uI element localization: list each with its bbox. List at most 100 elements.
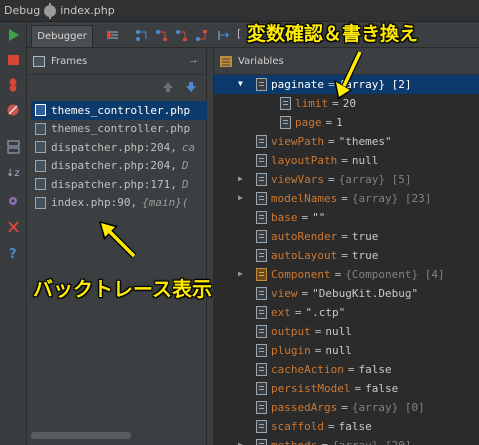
variable-row[interactable]: page = 1	[214, 113, 479, 132]
close-icon[interactable]	[6, 220, 21, 234]
frame-label: dispatcher.php:204,	[51, 140, 177, 154]
variable-name: output	[271, 325, 311, 338]
frame-label: themes_controller.php	[51, 122, 191, 136]
variables-icon	[220, 56, 232, 67]
expand-icon[interactable]: ▶	[238, 270, 246, 278]
php-file-icon	[35, 141, 46, 154]
variable-row[interactable]: ▶ methods = {array} [20]	[214, 436, 479, 445]
variable-name: cacheAction	[271, 363, 344, 376]
force-step-into-icon[interactable]	[175, 29, 188, 42]
variable-row[interactable]: autoRender = true	[214, 227, 479, 246]
mute-breakpoints-icon[interactable]	[6, 103, 21, 117]
expand-icon[interactable]: ▶	[238, 175, 246, 183]
frame-row[interactable]: themes_controller.php	[31, 101, 207, 120]
variable-row[interactable]: passedArgs = {array} [0]	[214, 398, 479, 417]
step-over-icon[interactable]	[135, 29, 148, 42]
equals-sign: =	[341, 401, 348, 414]
variable-value: true	[351, 230, 379, 243]
frame-label: dispatcher.php:204,	[51, 159, 177, 173]
frame-up-icon[interactable]	[162, 81, 174, 93]
frame-function: {main}(	[142, 196, 189, 210]
field-icon	[256, 173, 267, 186]
variable-row[interactable]: ▶ Component = {Component} [4]	[214, 265, 479, 284]
variable-row[interactable]: viewPath = "themes"	[214, 132, 479, 151]
variable-value: {array} [20]	[332, 439, 411, 445]
equals-sign: =	[334, 268, 342, 281]
show-execution-point-icon[interactable]	[106, 29, 119, 42]
frame-down-icon[interactable]	[185, 81, 197, 93]
annotation-arrow-up-icon	[99, 221, 137, 259]
frame-row[interactable]: dispatcher.php:204, ca	[31, 138, 207, 157]
frame-row[interactable]: index.php:90, {main}(	[31, 194, 207, 213]
resume-icon[interactable]	[6, 28, 21, 42]
svg-text:↓z: ↓z	[6, 168, 20, 179]
variable-row[interactable]: view = "DebugKit.Debug"	[214, 284, 479, 303]
variable-name: layoutPath	[271, 154, 338, 167]
variable-row[interactable]: layoutPath = null	[214, 151, 479, 170]
equals-sign: =	[347, 363, 355, 376]
step-out-icon[interactable]	[195, 29, 208, 42]
equals-sign: =	[314, 344, 322, 357]
variable-row[interactable]: scaffold = false	[214, 417, 479, 436]
stop-icon[interactable]	[6, 53, 21, 67]
variable-row[interactable]: autoLayout = true	[214, 246, 479, 265]
frame-row[interactable]: dispatcher.php:204, D	[31, 157, 207, 176]
frame-row[interactable]: dispatcher.php:171, D	[31, 175, 207, 194]
variable-row[interactable]: persistModel = false	[214, 379, 479, 398]
view-breakpoints-icon[interactable]	[6, 78, 21, 92]
field-icon	[256, 363, 267, 376]
frame-row[interactable]: themes_controller.php	[31, 120, 207, 139]
frame-function: D	[181, 177, 189, 191]
frames-title: Frames	[51, 56, 88, 67]
variable-row[interactable]: output = null	[214, 322, 479, 341]
window-file-tab[interactable]: index.php	[60, 4, 115, 17]
equals-sign: =	[314, 325, 322, 338]
equals-sign: =	[341, 192, 348, 205]
equals-sign: =	[321, 439, 328, 445]
variable-name: page	[295, 116, 322, 129]
pin-icon[interactable]: →·	[190, 56, 200, 66]
variable-row[interactable]: plugin = null	[214, 341, 479, 360]
sort-icon[interactable]: ↓z	[6, 165, 21, 179]
variable-name: autoRender	[271, 230, 338, 243]
equals-sign: =	[354, 382, 362, 395]
variable-row[interactable]: cacheAction = false	[214, 360, 479, 379]
variable-name: view	[271, 287, 298, 300]
variable-row[interactable]: ▶ viewVars = {array} [5]	[214, 170, 479, 189]
variable-value: null	[351, 154, 379, 167]
equals-sign: =	[327, 420, 335, 433]
svg-text:?: ?	[9, 247, 17, 260]
window-app-label: Debug	[4, 4, 41, 17]
collapse-icon[interactable]: ▼	[238, 80, 246, 88]
frames-scrollbar[interactable]	[31, 432, 131, 439]
frame-label: dispatcher.php:171,	[51, 177, 177, 191]
frames-list: themes_controller.php themes_controller.p…	[31, 101, 207, 212]
frame-function: D	[181, 159, 189, 173]
toolbar-bracket: [	[237, 27, 242, 40]
settings-icon[interactable]	[6, 194, 21, 208]
variable-row[interactable]: ext = ".ctp"	[214, 303, 479, 322]
variable-row[interactable]: base = ""	[214, 208, 479, 227]
step-into-icon[interactable]	[155, 29, 168, 42]
expand-icon[interactable]: ▶	[238, 441, 246, 445]
backtrace-annotation: バックトレース表示	[33, 277, 212, 301]
object-icon	[256, 268, 267, 281]
layout-icon[interactable]	[6, 140, 21, 154]
variables-panel: Variables ▼ paginate = {array} [2] limit = 20 p…	[213, 49, 479, 445]
annotation-arrow-down-icon	[334, 50, 363, 100]
field-icon	[280, 116, 291, 129]
variable-value: "themes"	[338, 135, 392, 148]
equals-sign: =	[301, 287, 309, 300]
variable-row[interactable]: ▶ modelNames = {array} [23]	[214, 189, 479, 208]
frames-header: Frames →·	[27, 49, 206, 75]
equals-sign: =	[301, 211, 309, 224]
tab-debugger[interactable]: Debugger	[31, 25, 93, 47]
equals-sign: =	[325, 116, 333, 129]
help-icon[interactable]: ?	[6, 246, 21, 260]
variable-name: methods	[271, 439, 317, 445]
expand-icon[interactable]: ▶	[238, 194, 246, 202]
variable-name: viewVars	[271, 173, 324, 186]
run-to-cursor-icon[interactable]	[217, 29, 230, 42]
variable-name: limit	[295, 97, 329, 110]
field-icon	[280, 97, 291, 110]
